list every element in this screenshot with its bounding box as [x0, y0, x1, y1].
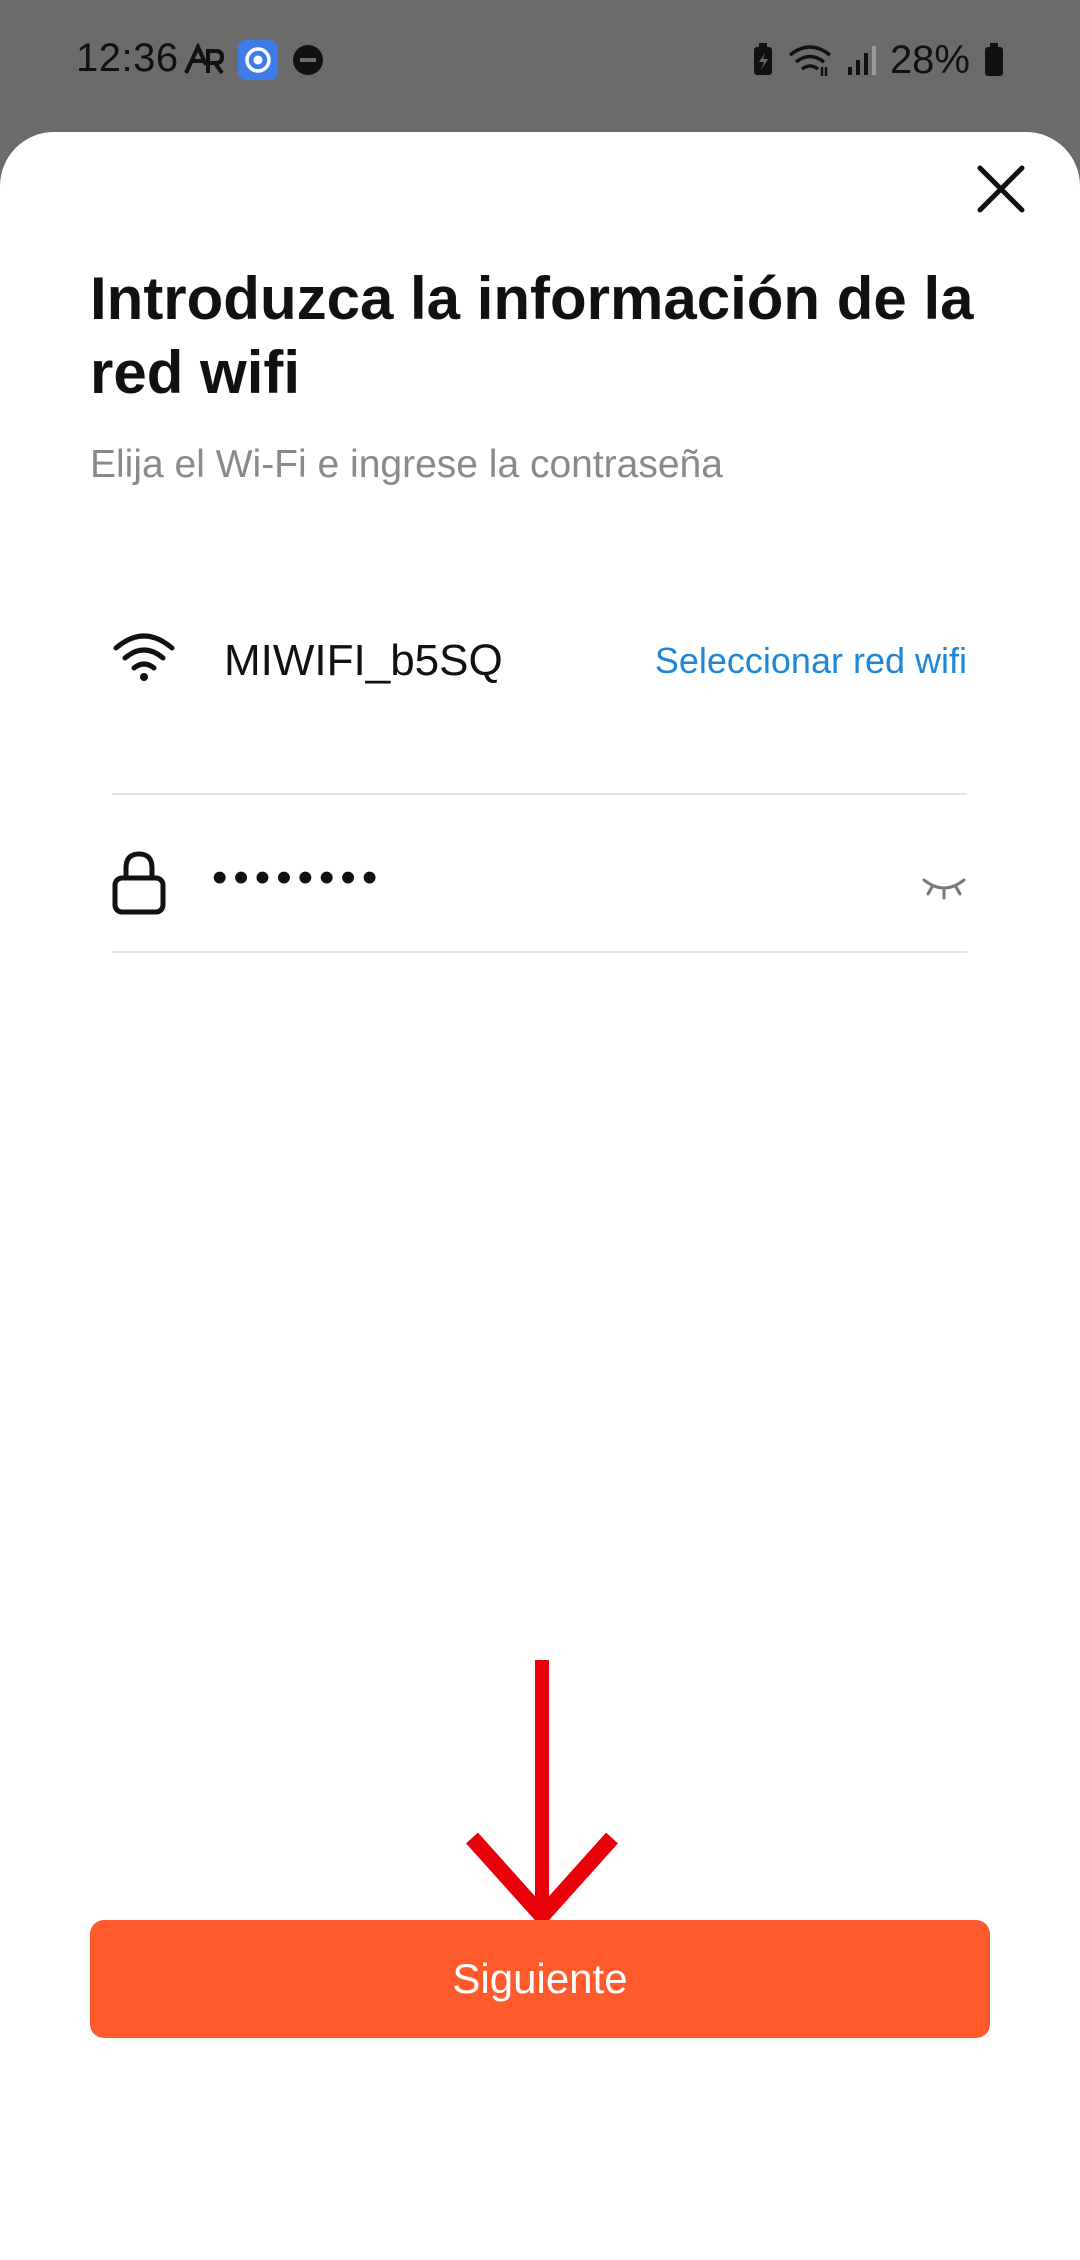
toggle-password-visibility-icon[interactable]: [921, 872, 967, 902]
ar-icon: [184, 43, 224, 75]
status-bar: 12:36 28%: [0, 0, 1080, 125]
select-wifi-link[interactable]: Seleccionar red wifi: [655, 640, 967, 682]
cell-signal-icon: [847, 46, 876, 75]
app-notification-icon: [238, 40, 278, 80]
wifi-icon: [113, 633, 175, 681]
lock-icon: [112, 851, 166, 915]
do-not-disturb-icon: [293, 45, 323, 75]
next-button[interactable]: Siguiente: [90, 1920, 990, 2038]
status-time: 12:36: [76, 36, 179, 80]
wifi-network-row: MIWIFI_b5SQ Seleccionar red wifi: [112, 600, 967, 720]
page-title: Introduzca la información de la red wifi: [90, 265, 974, 406]
annotation-arrow-down-icon: [466, 1660, 618, 1928]
wifi-network-name: MIWIFI_b5SQ: [224, 636, 503, 685]
close-icon[interactable]: [970, 158, 1032, 220]
battery-percent: 28%: [889, 37, 970, 82]
password-row: [112, 830, 967, 950]
status-right: 28%: [752, 36, 1004, 84]
wifi-signal-icon: [788, 45, 832, 76]
status-left-icons: [184, 36, 324, 84]
password-field[interactable]: [212, 848, 812, 908]
battery-icon: [985, 43, 1003, 76]
divider: [112, 793, 967, 795]
battery-saver-icon: [753, 43, 772, 75]
page-subtitle: Elija el Wi-Fi e ingrese la contraseña: [90, 443, 723, 486]
divider: [112, 951, 967, 953]
